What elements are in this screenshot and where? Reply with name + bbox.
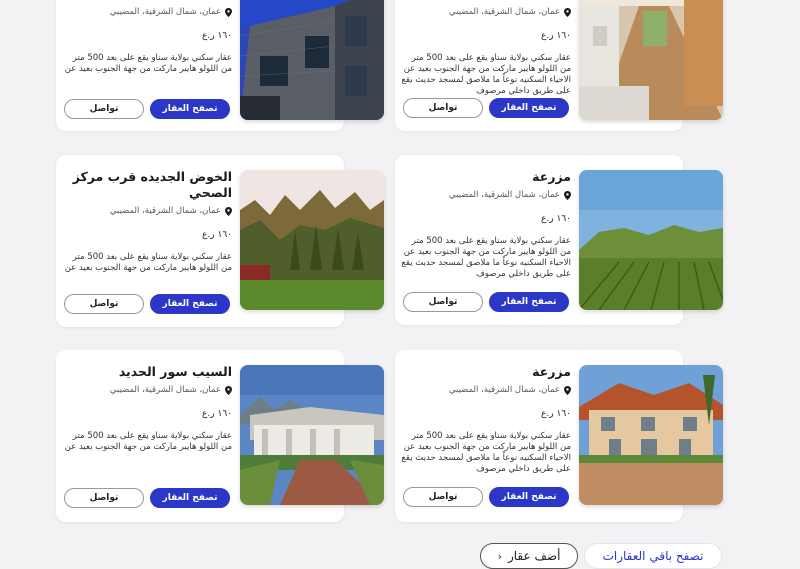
location-text: عمان، شمال الشرقية، المضيبي <box>109 385 221 395</box>
property-card: الخوض الجديده قرب مركز الصحي عمان، شمال … <box>56 155 384 327</box>
location-text: عمان، شمال الشرقية، المضيبي <box>109 7 221 17</box>
add-property-button[interactable]: أضف عقار ‹ <box>480 543 578 569</box>
contact-button[interactable]: تواصل <box>64 294 144 314</box>
property-image[interactable] <box>579 0 723 120</box>
property-info: مزرعة عمان، شمال الشرقية، المضيبي ١٦٠ ر.… <box>401 169 571 280</box>
property-description: عقار سكني بولاية سناو يقع على بعد 500 مت… <box>401 53 571 96</box>
property-title: مزرعة <box>532 169 571 184</box>
property-description: عقار سكني بولاية سناو يقع على بعد 500 مت… <box>64 53 232 74</box>
map-pin-icon <box>225 7 232 17</box>
location-text: عمان، شمال الشرقية، المضيبي <box>109 206 221 216</box>
property-description: عقار سكني بولاية سناو يقع على بعد 500 مت… <box>64 252 232 273</box>
property-info: السيب سور الحديد عمان، شمال الشرقية، الم… <box>62 364 232 453</box>
property-info: مزرعة عمان، شمال الشرقية، المضيبي ١٦٠ ر.… <box>401 364 571 475</box>
property-price: ١٦٠ ر.ع <box>202 31 232 41</box>
property-location: عمان، شمال الشرقية، المضيبي <box>62 384 232 396</box>
contact-button[interactable]: تواصل <box>403 292 483 312</box>
browse-property-button[interactable]: تصفح العقار <box>150 99 230 119</box>
browse-property-button[interactable]: تصفح العقار <box>489 292 569 312</box>
add-property-label: أضف عقار <box>507 549 561 563</box>
property-card: مزرعة عمان، شمال الشرقية، المضيبي ١٦٠ ر.… <box>395 155 723 325</box>
property-price: ١٦٠ ر.ع <box>541 409 571 419</box>
property-image[interactable] <box>240 170 384 310</box>
location-text: عمان، شمال الشرقية، المضيبي <box>448 385 560 395</box>
property-price: ١٦٠ ر.ع <box>541 31 571 41</box>
property-location: عمان، شمال الشرقية، المضيبي <box>401 189 571 201</box>
property-image[interactable] <box>579 170 723 310</box>
property-price: ١٦٠ ر.ع <box>541 214 571 224</box>
property-image[interactable] <box>240 365 384 505</box>
browse-property-button[interactable]: تصفح العقار <box>150 488 230 508</box>
map-pin-icon <box>225 206 232 216</box>
contact-button[interactable]: تواصل <box>64 99 144 119</box>
browse-property-button[interactable]: تصفح العقار <box>150 294 230 314</box>
map-pin-icon <box>564 190 571 200</box>
property-location: عمان، شمال الشرقية، المضيبي <box>62 205 232 217</box>
chevron-left-icon: ‹ <box>497 549 502 563</box>
property-location: عمان، شمال الشرقية، المضيبي <box>62 6 232 18</box>
property-info: الخوض الجديده قرب مركز الصحي عمان، شمال … <box>62 169 232 274</box>
property-description: عقار سكني بولاية سناو يقع على بعد 500 مت… <box>401 431 571 474</box>
location-text: عمان، شمال الشرقية، المضيبي <box>448 190 560 200</box>
browse-all-label: تصفح باقي العقارات <box>602 549 704 563</box>
property-info: عمان، شمال الشرقية، المضيبي ١٦٠ ر.ع عقار… <box>401 6 571 97</box>
browse-property-button[interactable]: تصفح العقار <box>489 98 569 118</box>
property-price: ١٦٠ ر.ع <box>202 409 232 419</box>
map-pin-icon <box>564 7 571 17</box>
contact-button[interactable]: تواصل <box>403 487 483 507</box>
property-title: السيب سور الحديد <box>118 364 232 379</box>
property-image[interactable] <box>579 365 723 505</box>
property-price: ١٦٠ ر.ع <box>202 230 232 240</box>
property-title: الخوض الجديده قرب مركز الصحي <box>72 169 232 200</box>
property-image[interactable] <box>240 0 384 120</box>
property-description: عقار سكني بولاية سناو يقع على بعد 500 مت… <box>64 431 232 452</box>
property-location: عمان، شمال الشرقية، المضيبي <box>401 384 571 396</box>
property-card: مزرعة عمان، شمال الشرقية، المضيبي ١٦٠ ر.… <box>395 350 723 522</box>
browse-property-button[interactable]: تصفح العقار <box>489 487 569 507</box>
property-location: عمان، شمال الشرقية، المضيبي <box>401 6 571 18</box>
contact-button[interactable]: تواصل <box>64 488 144 508</box>
property-info: عمان، شمال الشرقية، المضيبي ١٦٠ ر.ع عقار… <box>62 6 232 75</box>
property-card: عمان، شمال الشرقية، المضيبي ١٦٠ ر.ع عقار… <box>395 0 723 131</box>
browse-all-button[interactable]: تصفح باقي العقارات <box>584 543 722 569</box>
property-description: عقار سكني بولاية سناو يقع على بعد 500 مت… <box>401 236 571 279</box>
map-pin-icon <box>564 385 571 395</box>
map-pin-icon <box>225 385 232 395</box>
property-title: مزرعة <box>532 364 571 379</box>
contact-button[interactable]: تواصل <box>403 98 483 118</box>
location-text: عمان، شمال الشرقية، المضيبي <box>448 7 560 17</box>
property-card: عمان، شمال الشرقية، المضيبي ١٦٠ ر.ع عقار… <box>56 0 384 131</box>
property-card: السيب سور الحديد عمان، شمال الشرقية، الم… <box>56 350 384 522</box>
